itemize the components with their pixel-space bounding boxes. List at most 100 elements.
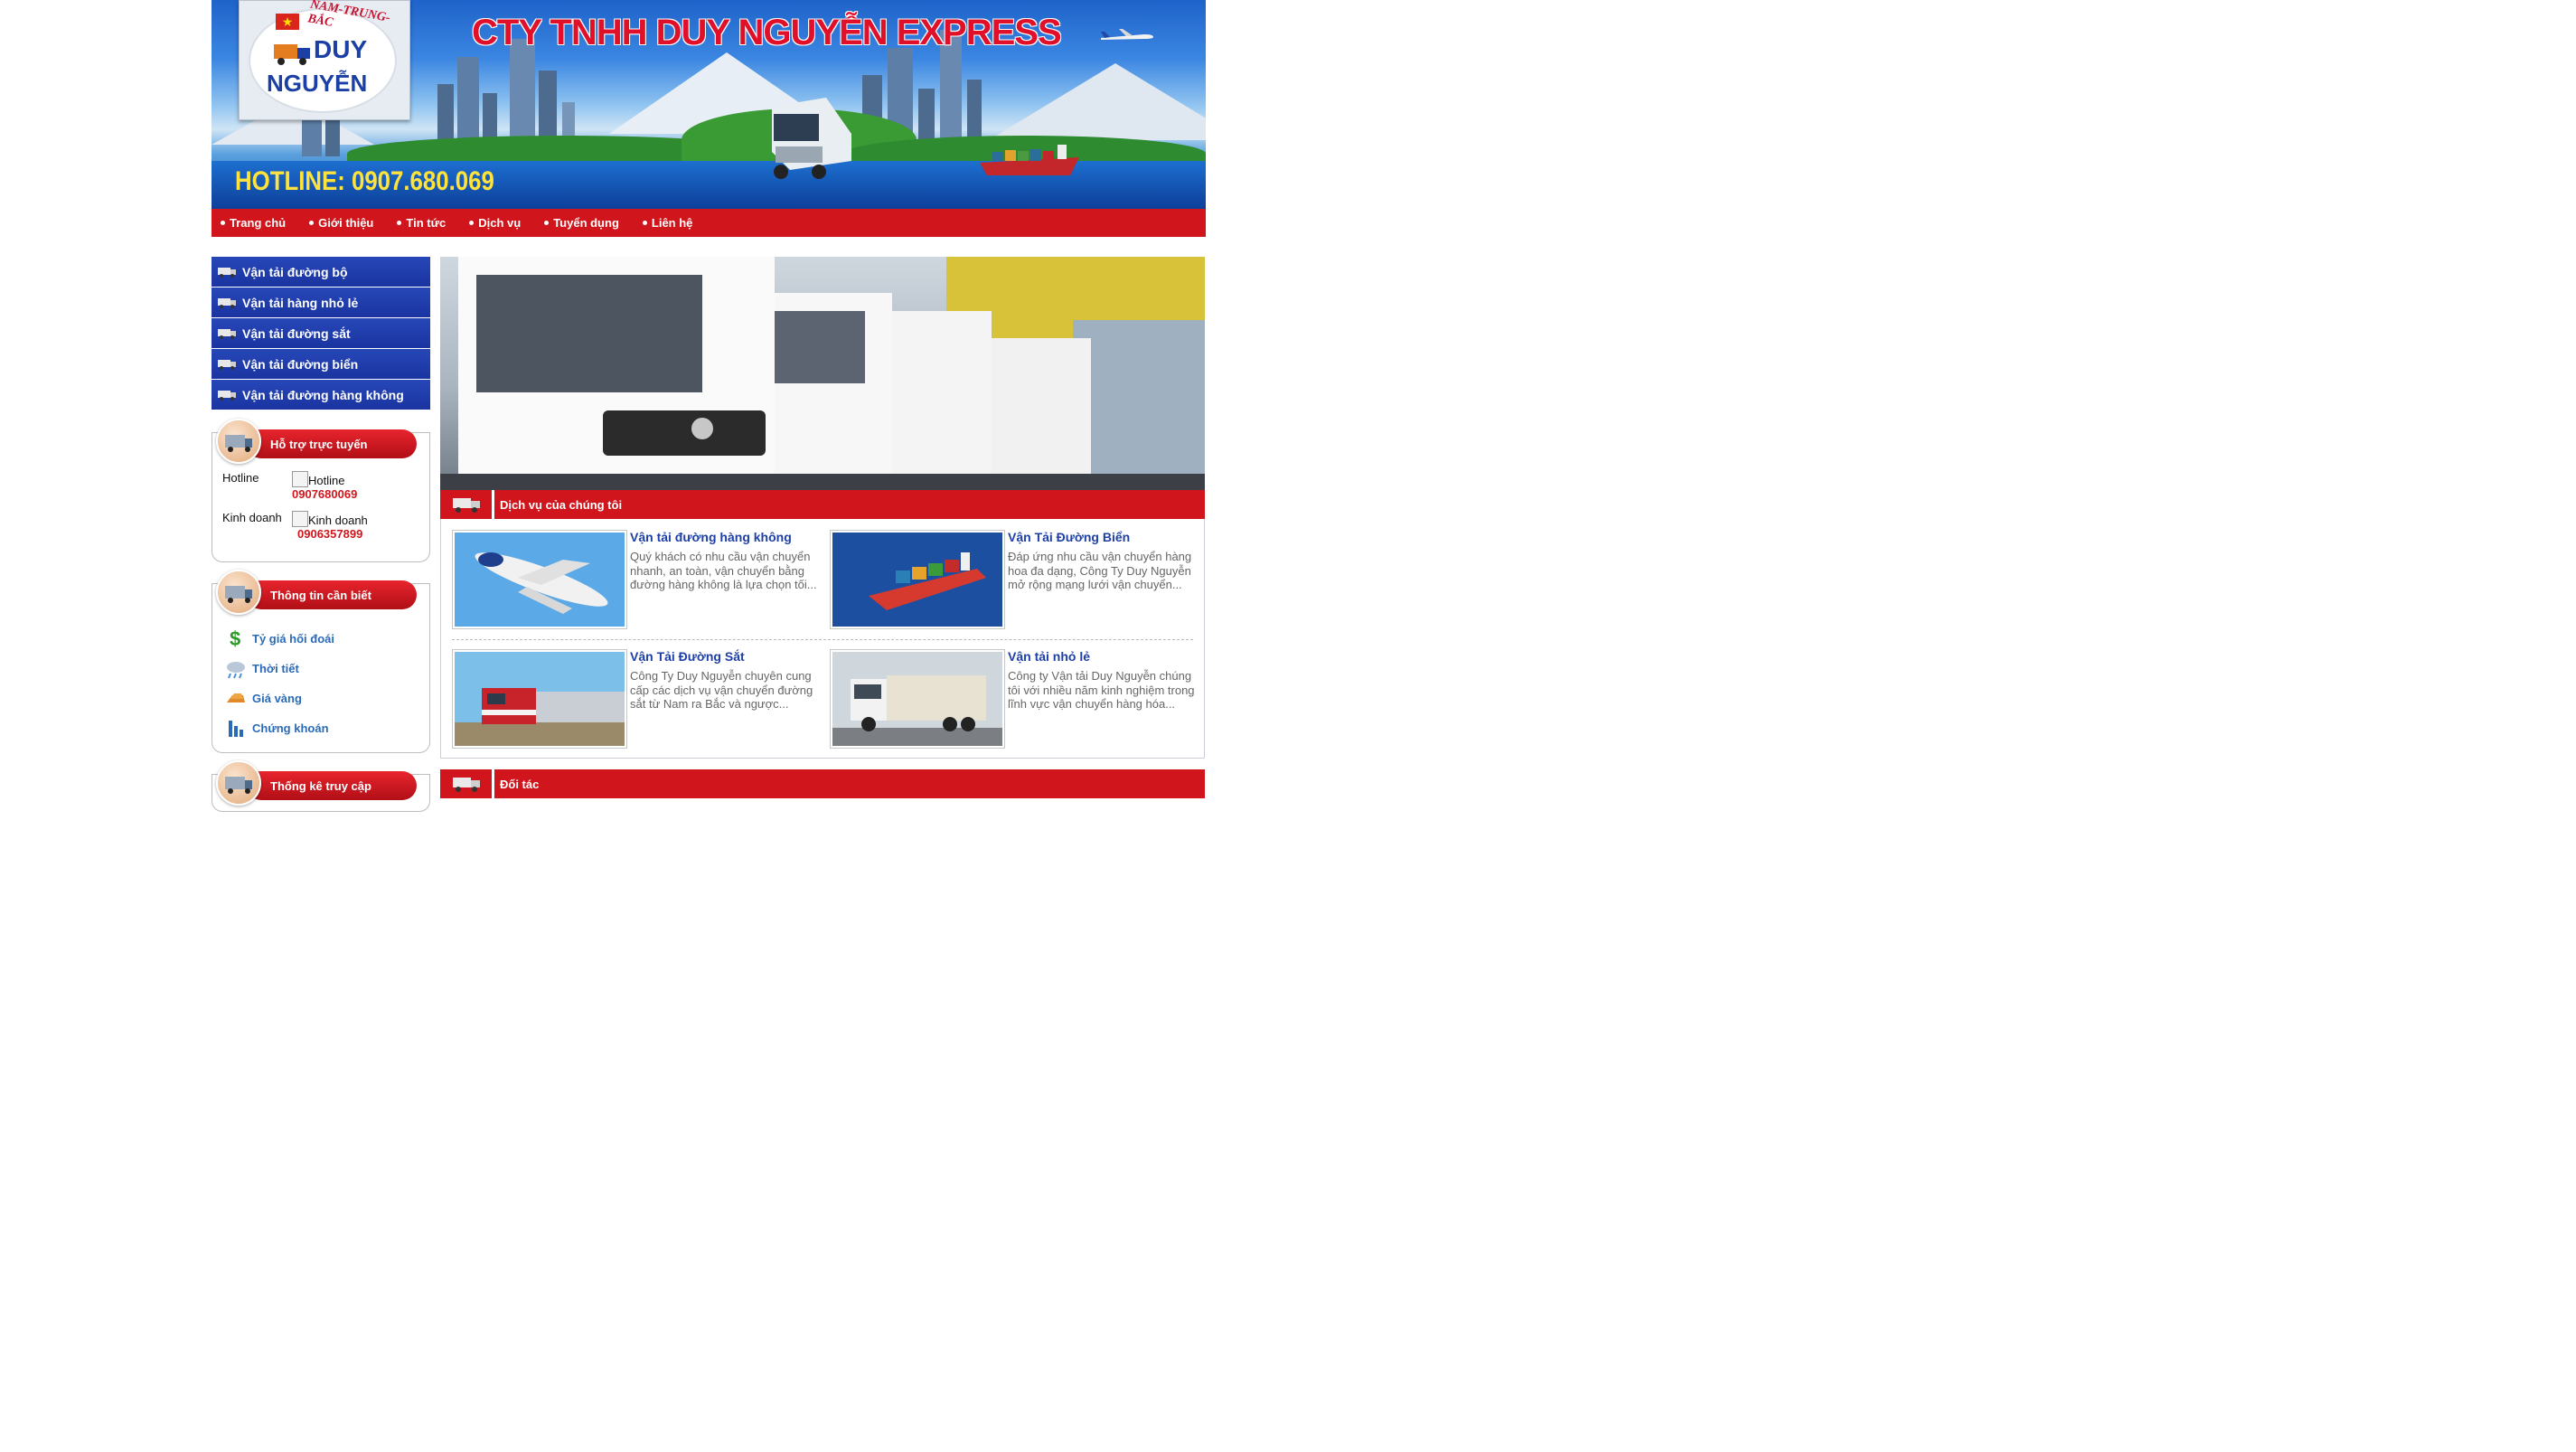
van-icon: [218, 390, 236, 401]
bullet-icon: [397, 221, 402, 225]
partners-header: Đối tác: [440, 769, 1205, 798]
sidebar-item-label: Vận tải hàng nhỏ lẻ: [242, 295, 359, 310]
logo-line2: NGUYỄN: [267, 70, 368, 97]
service-description: Công ty Vận tải Duy Nguyễn chúng tôi với…: [1008, 669, 1195, 711]
support-label-hotline: Hotline: [222, 471, 259, 485]
image-alt-text: Hotline: [308, 474, 345, 487]
service-card: Vận tải nhỏ lẻ Công ty Vận tải Duy Nguyễ…: [830, 649, 1200, 749]
sidebar-item-rail-transport[interactable]: Vận tải đường sắt: [212, 318, 430, 348]
company-logo[interactable]: ★ NAM-TRUNG-BẮC DUY NGUYỄN: [239, 0, 410, 120]
bullet-icon: [221, 221, 225, 225]
hotline-text: HOTLINE: 0907.680.069: [235, 166, 494, 196]
delivery-truck-icon: [216, 419, 261, 464]
service-thumbnail[interactable]: [830, 530, 1005, 629]
service-card: Vận tải đường hàng không Quý khách có nh…: [452, 530, 823, 629]
broken-image-icon: [292, 511, 308, 527]
hotline-image-placeholder[interactable]: Hotline: [292, 471, 344, 487]
service-description: Công Ty Duy Nguyễn chuyên cung cấp các d…: [630, 669, 813, 711]
main-navigation: Trang chủ Giới thiệu Tin tức Dịch vụ Tuy…: [212, 209, 1206, 237]
service-card: Vận Tải Đường Sắt Công Ty Duy Nguyễn chu…: [452, 649, 823, 749]
delivery-truck-icon: [216, 570, 261, 615]
services-grid: Vận tải đường hàng không Quý khách có nh…: [440, 519, 1205, 759]
sidebar-item-air-transport[interactable]: Vận tải đường hàng không: [212, 380, 430, 410]
nav-item-services[interactable]: Dịch vụ: [469, 216, 521, 230]
service-title[interactable]: Vận Tải Đường Sắt: [630, 649, 745, 664]
support-box-title: Hỗ trợ trực tuyến: [247, 429, 417, 458]
nav-item-about[interactable]: Giới thiệu: [309, 216, 373, 230]
service-title[interactable]: Vận tải đường hàng không: [630, 530, 792, 544]
company-name: CTY TNHH DUY NGUYỄN EXPRESS: [472, 13, 1062, 52]
van-icon: [218, 267, 236, 278]
cargo-ship-image: [980, 145, 1079, 175]
van-icon: [218, 297, 236, 308]
mountain-shape: [989, 63, 1206, 140]
broken-image-icon: [292, 471, 308, 487]
vietnam-flag-icon: ★: [276, 14, 299, 30]
logo-line1: DUY: [314, 35, 368, 63]
info-box: Thông tin cần biết $ Tỷ giá hối đoái Thờ…: [212, 570, 430, 753]
nav-label: Tin tức: [406, 216, 447, 230]
sales-image-placeholder[interactable]: Kinh doanh: [292, 511, 368, 527]
svg-text:$: $: [230, 627, 240, 649]
bullet-icon: [469, 221, 475, 225]
nav-label: Giới thiệu: [318, 216, 374, 230]
gold-icon: [227, 693, 245, 702]
bullet-icon: [309, 221, 315, 225]
sidebar-item-label: Vận tải đường sắt: [242, 325, 351, 341]
sidebar-item-sea-transport[interactable]: Vận tải đường biển: [212, 349, 430, 379]
nav-item-home[interactable]: Trang chủ: [221, 216, 286, 230]
van-icon: [218, 328, 236, 339]
left-sidebar: Vận tải đường bộ Vận tải hàng nhỏ lẻ Vận…: [212, 257, 430, 410]
stock-chart-icon: [229, 721, 243, 737]
sidebar-item-small-cargo[interactable]: Vận tải hàng nhỏ lẻ: [212, 288, 430, 317]
hotline-number[interactable]: 0907680069: [292, 487, 357, 501]
service-description: Quý khách có nhu cầu vận chuyển nhanh, a…: [630, 550, 817, 591]
sidebar-item-label: Vận tải đường biển: [242, 356, 359, 372]
sales-number[interactable]: 0906357899: [297, 527, 362, 541]
nav-label: Liên hệ: [651, 216, 693, 230]
sidebar-item-road-transport[interactable]: Vận tải đường bộ: [212, 257, 430, 287]
nav-label: Tuyển dụng: [553, 216, 619, 230]
delivery-truck-icon: [216, 760, 261, 806]
services-header: Dịch vụ của chúng tôi: [440, 490, 1205, 519]
train-image: [455, 652, 625, 746]
cargo-ship-image: [832, 533, 1002, 627]
service-title[interactable]: Vận Tải Đường Biển: [1008, 530, 1130, 544]
weather-icon: [227, 662, 245, 679]
van-icon: [440, 769, 494, 798]
support-box: Hỗ trợ trực tuyến Hotline Hotline 090768…: [212, 419, 430, 562]
nav-item-news[interactable]: Tin tức: [397, 216, 446, 230]
van-icon: [218, 359, 236, 370]
dollar-icon: $: [230, 627, 240, 649]
truck-image: [832, 652, 1002, 746]
truck-image: [772, 98, 851, 179]
bullet-icon: [642, 221, 647, 225]
link-gold-price[interactable]: Giá vàng: [252, 692, 302, 705]
bullet-icon: [544, 221, 550, 225]
link-weather[interactable]: Thời tiết: [252, 662, 299, 675]
service-divider: [452, 639, 1193, 640]
nav-item-careers[interactable]: Tuyển dụng: [544, 216, 619, 230]
service-thumbnail[interactable]: [452, 530, 627, 629]
link-stock[interactable]: Chứng khoán: [252, 721, 329, 735]
sidebar-item-label: Vận tải đường bộ: [242, 264, 348, 279]
header-banner: ★ NAM-TRUNG-BẮC DUY NGUYỄN CTY TNHH DUY …: [212, 0, 1206, 209]
link-exchange-rate[interactable]: Tỷ giá hối đoái: [252, 632, 334, 646]
services-title: Dịch vụ của chúng tôi: [500, 497, 623, 512]
nav-item-contact[interactable]: Liên hệ: [642, 216, 693, 230]
sidebar-item-label: Vận tải đường hàng không: [242, 387, 404, 402]
service-description: Đáp ứng nhu cầu vận chuyển hàng hoa đa d…: [1008, 550, 1192, 591]
van-icon: [440, 490, 494, 519]
service-thumbnail[interactable]: [830, 649, 1005, 749]
truck-icon: [274, 44, 310, 65]
support-label-sales: Kinh doanh: [222, 511, 282, 524]
service-thumbnail[interactable]: [452, 649, 627, 749]
service-card: Vận Tải Đường Biển Đáp ứng nhu cầu vận c…: [830, 530, 1200, 629]
service-title[interactable]: Vận tải nhỏ lẻ: [1008, 649, 1090, 664]
info-box-title: Thông tin cần biết: [247, 580, 417, 609]
hero-trucks-image: [440, 257, 1205, 490]
airplane-icon: [1101, 29, 1153, 40]
nav-label: Trang chủ: [230, 216, 287, 230]
stats-box-title: Thống kê truy cập: [247, 771, 417, 800]
partners-title: Đối tác: [500, 777, 540, 791]
